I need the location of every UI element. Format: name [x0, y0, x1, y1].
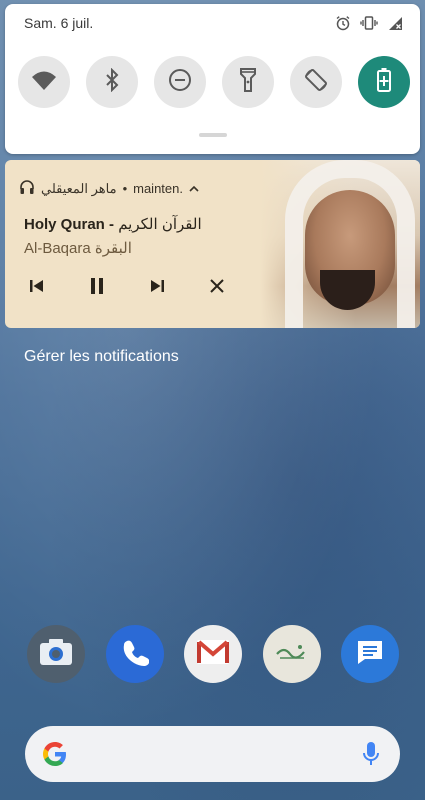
media-header: ماهر المعيقلي • mainten.	[19, 179, 199, 198]
vibrate-icon	[360, 14, 378, 32]
album-art	[260, 160, 420, 328]
media-title-dash: -	[104, 216, 119, 233]
gmail-app[interactable]	[184, 625, 242, 683]
phone-icon	[121, 638, 149, 671]
flashlight-icon	[239, 67, 257, 98]
battery-saver-tile[interactable]	[358, 56, 410, 108]
bluetooth-tile[interactable]	[86, 56, 138, 108]
auto-rotate-tile[interactable]	[290, 56, 342, 108]
wifi-tile[interactable]	[18, 56, 70, 108]
media-status: mainten.	[133, 181, 183, 196]
media-controls	[26, 275, 228, 297]
media-subtitle-ar: البقرة	[94, 240, 132, 257]
headphones-icon	[19, 179, 35, 198]
do-not-disturb-tile[interactable]	[154, 56, 206, 108]
media-app-name: ماهر المعيقلي	[41, 180, 117, 196]
flashlight-tile[interactable]	[222, 56, 274, 108]
quick-tiles	[18, 56, 410, 108]
auto-rotate-icon	[303, 67, 329, 98]
wifi-icon	[31, 69, 57, 96]
media-separator: •	[122, 181, 128, 196]
manage-notifications-button[interactable]: Gérer les notifications	[24, 348, 179, 366]
alarm-icon	[334, 14, 352, 32]
messages-app[interactable]	[341, 625, 399, 683]
media-subtitle: Al-Baqara البقرة	[24, 239, 132, 257]
messages-icon	[355, 638, 385, 671]
pause-icon[interactable]	[86, 275, 108, 297]
skip-previous-icon[interactable]	[26, 275, 48, 297]
media-title-ar: القرآن الكريم	[118, 216, 202, 233]
dock	[27, 625, 399, 683]
chevron-up-icon[interactable]	[189, 181, 199, 196]
drag-handle[interactable]	[198, 133, 227, 137]
camera-app[interactable]	[27, 625, 85, 683]
gmail-icon	[196, 639, 230, 670]
quran-app[interactable]	[262, 625, 321, 683]
camera-icon	[38, 637, 74, 672]
mic-icon[interactable]	[362, 741, 380, 772]
bluetooth-icon	[104, 67, 120, 97]
google-search-bar[interactable]	[25, 726, 400, 782]
phone-app[interactable]	[105, 625, 164, 683]
quran-app-icon	[274, 642, 310, 667]
media-title: Holy Quran - القرآن الكريم	[24, 215, 202, 233]
media-subtitle-en: Al-Baqara	[24, 240, 91, 257]
close-icon[interactable]	[206, 275, 228, 297]
quick-settings-panel: Sam. 6 juil.	[5, 4, 420, 154]
media-title-en: Holy Quran	[24, 216, 105, 233]
battery-saver-icon	[376, 67, 392, 98]
do-not-disturb-icon	[168, 68, 192, 97]
google-icon	[41, 740, 69, 773]
signal-off-icon	[386, 14, 404, 32]
skip-next-icon[interactable]	[146, 275, 168, 297]
status-icons	[334, 14, 404, 32]
status-date: Sam. 6 juil.	[24, 15, 94, 31]
